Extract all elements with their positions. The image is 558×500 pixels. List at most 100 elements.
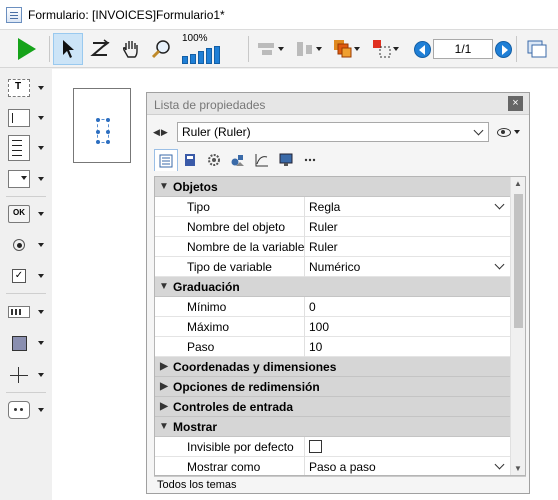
property-label: Nombre del objeto: [155, 216, 305, 237]
zoom-level-control[interactable]: 100%: [180, 33, 246, 65]
chevron-down-icon: [393, 47, 399, 51]
input-field-icon: [8, 109, 30, 127]
property-value-input[interactable]: 0: [305, 297, 511, 317]
line-tool[interactable]: [8, 364, 50, 386]
list-view-button[interactable]: [522, 33, 552, 65]
dropdown-tool[interactable]: [8, 168, 50, 190]
input-tool[interactable]: [8, 107, 50, 129]
property-value-dropdown[interactable]: Regla: [305, 197, 511, 217]
tab-more[interactable]: [298, 149, 322, 171]
property-value: Numérico: [309, 259, 361, 274]
plugin-tool[interactable]: [8, 399, 50, 421]
section-controles[interactable]: ▶ Controles de entrada: [155, 397, 511, 417]
ruler-object[interactable]: [96, 118, 110, 144]
tab-all-properties[interactable]: [154, 149, 178, 171]
property-value: 0: [309, 299, 316, 314]
text-icon: T: [8, 79, 30, 97]
property-row-mostrar-como: Mostrar como Paso a paso: [155, 456, 511, 476]
theme-footer[interactable]: Todos los temas: [154, 476, 526, 492]
section-label: Objetos: [173, 179, 218, 194]
property-value-input[interactable]: Ruler: [305, 237, 511, 257]
object-palette: T OK ✓: [0, 69, 52, 500]
zoom-tool-button[interactable]: [148, 33, 176, 65]
tab-shapes[interactable]: [226, 149, 250, 171]
button-tool[interactable]: OK: [8, 203, 50, 225]
distribute-objects-button[interactable]: [290, 33, 326, 65]
tab-objects[interactable]: [178, 149, 202, 171]
previous-next-object-arrows[interactable]: ◀▶: [153, 127, 177, 138]
radio-button-tool[interactable]: [8, 234, 50, 256]
magnifier-icon: [151, 40, 170, 59]
previous-page-button[interactable]: [414, 40, 431, 58]
property-row-nombre-objeto: Nombre del objeto Ruler: [155, 216, 511, 237]
property-value-input[interactable]: Ruler: [305, 217, 511, 237]
rectangle-icon: [8, 334, 30, 352]
hand-tool-button[interactable]: [117, 33, 145, 65]
property-value-dropdown[interactable]: Paso a paso: [305, 457, 511, 476]
form-page-preview: [73, 88, 131, 163]
tab-display[interactable]: [274, 149, 298, 171]
ok-button-icon: OK: [8, 205, 30, 223]
chevron-down-icon: [473, 125, 484, 135]
chevron-down-icon: [38, 86, 44, 90]
eye-icon[interactable]: [497, 127, 511, 137]
palette-separator: [6, 293, 46, 294]
section-objetos[interactable]: ▼ Objetos: [155, 177, 511, 197]
expand-arrow-icon: ▶: [160, 401, 168, 412]
toolbar-separator: [248, 36, 249, 62]
vertical-scrollbar[interactable]: ▲ ▼: [510, 177, 525, 475]
next-page-button[interactable]: [495, 40, 512, 58]
object-select[interactable]: Ruler (Ruler): [177, 122, 489, 142]
order-tool-button[interactable]: [86, 33, 114, 65]
chevron-down-icon[interactable]: [514, 130, 520, 134]
property-value-dropdown[interactable]: Numérico: [305, 257, 511, 277]
text-tool[interactable]: T: [8, 77, 50, 99]
zoom-level-label: 100%: [182, 33, 208, 44]
scrollbar-thumb[interactable]: [514, 194, 523, 328]
select-tool-button[interactable]: [53, 33, 83, 65]
book-icon: [185, 154, 195, 166]
toolbar-separator: [516, 36, 517, 62]
scroll-down-icon[interactable]: ▼: [514, 464, 522, 473]
section-label: Mostrar: [173, 419, 218, 434]
group-objects-button[interactable]: [366, 33, 404, 65]
checkbox-tool[interactable]: ✓: [8, 265, 50, 287]
property-theme-tabs: [154, 149, 322, 171]
section-graduacion[interactable]: ▼ Graduación: [155, 277, 511, 297]
form-app-icon: [6, 6, 22, 23]
toolbar-separator: [49, 36, 50, 62]
close-button[interactable]: ×: [508, 96, 523, 111]
windows-icon: [527, 40, 547, 58]
arrange-layers-button[interactable]: [328, 33, 364, 65]
property-value-input[interactable]: 100: [305, 317, 511, 337]
section-mostrar[interactable]: ▼ Mostrar: [155, 417, 511, 437]
property-row-paso: Paso 10: [155, 336, 511, 357]
scroll-up-icon[interactable]: ▲: [514, 179, 522, 188]
plugin-area-icon: [8, 401, 30, 419]
indicator-tool[interactable]: [8, 301, 50, 323]
property-value-input[interactable]: 10: [305, 337, 511, 357]
invisible-checkbox[interactable]: [309, 440, 322, 453]
section-redimension[interactable]: ▶ Opciones de redimensión: [155, 377, 511, 397]
property-value: Paso a paso: [309, 459, 376, 474]
chevron-down-icon: [38, 373, 44, 377]
monitor-icon: [279, 153, 293, 166]
section-label: Graduación: [173, 279, 240, 294]
tab-graph[interactable]: [250, 149, 274, 171]
tab-settings[interactable]: [202, 149, 226, 171]
section-label: Opciones de redimensión: [173, 379, 320, 394]
page-navigator: 1/1: [414, 38, 512, 60]
section-coordenadas[interactable]: ▶ Coordenadas y dimensiones: [155, 357, 511, 377]
property-label: Mostrar como: [155, 456, 305, 475]
list-box-tool[interactable]: [8, 133, 50, 163]
property-label: Mínimo: [155, 296, 305, 317]
rectangle-tool[interactable]: [8, 332, 50, 354]
property-value: 100: [309, 319, 330, 334]
property-label: Máximo: [155, 316, 305, 337]
collapse-arrow-icon: ▼: [159, 421, 169, 432]
property-list-panel: Lista de propiedades × ◀▶ Ruler (Ruler): [146, 92, 530, 494]
run-form-button[interactable]: [12, 33, 42, 65]
page-indicator[interactable]: 1/1: [433, 39, 493, 59]
graph-icon: [255, 154, 268, 167]
align-objects-button[interactable]: [252, 33, 288, 65]
